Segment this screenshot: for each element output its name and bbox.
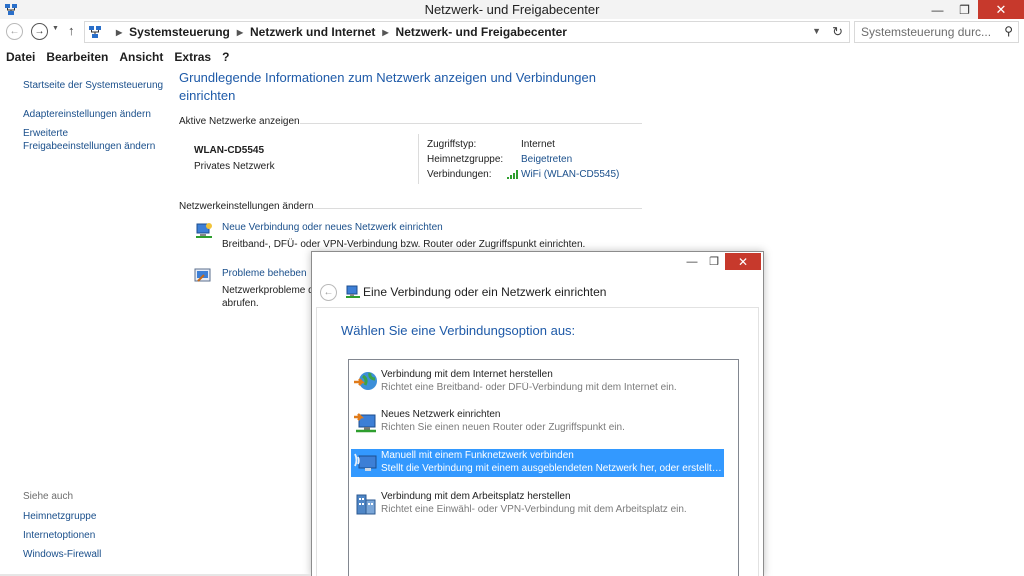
new-connection-link[interactable]: Neue Verbindung oder neues Netzwerk einr… [222,222,443,233]
network-name: WLAN-CD5545 [194,145,265,156]
see-also-title: Siehe auch [23,491,74,502]
access-type-label: Zugriffstyp: [427,139,477,150]
network-setup-icon [345,284,361,303]
up-button[interactable]: ↑ [68,23,75,38]
left-pane: Startseite der Systemsteuerung Adapterei… [0,67,170,576]
option-title: Verbindung mit dem Arbeitsplatz herstell… [381,491,571,502]
option-description: Richtet eine Breitband- oder DFÜ-Verbind… [381,382,677,393]
see-also-internet-options-link[interactable]: Internetoptionen [23,529,95,542]
arrow-left-icon: ← [323,287,334,298]
sidebar-home-link[interactable]: Startseite der Systemsteuerung [23,79,163,92]
see-also-firewall-link[interactable]: Windows-Firewall [23,548,101,561]
dialog-minimize-button[interactable]: — [681,253,703,270]
breadcrumb-systemsteuerung[interactable]: Systemsteuerung [129,25,230,39]
back-button[interactable]: ← [6,23,23,40]
chevron-right-icon[interactable]: ▶ [382,28,388,37]
troubleshoot-description: Netzwerkprobleme d [222,285,314,296]
sidebar-sharing-settings-link[interactable]: Erweiterte Freigabeeinstellungen ändern [23,127,158,153]
section-divider [300,123,642,124]
option-manual-wireless[interactable]: Manuell mit einem Funknetzwerk verbinden… [351,449,724,477]
address-row: ← → ▼ ↑ ▶ Systemsteuerung ▶ Netzwerk und… [0,19,1024,46]
dialog-maximize-button[interactable]: ❐ [703,253,725,270]
option-title: Manuell mit einem Funknetzwerk verbinden [381,450,574,461]
menu-extras[interactable]: Extras [168,48,216,67]
setup-connection-dialog: — ❐ ✕ ← Eine Verbindung oder ein Netzwer… [311,251,764,576]
sidebar-adapter-settings-link[interactable]: Adaptereinstellungen ändern [23,108,151,121]
option-description: Richten Sie einen neuen Router oder Zugr… [381,422,625,433]
history-dropdown-icon[interactable]: ▼ [52,25,59,32]
troubleshoot-description-line2: abrufen. [222,298,259,309]
troubleshoot-icon [194,267,212,288]
breadcrumb-netzwerk-und-freigabecenter[interactable]: Netzwerk- und Freigabecenter [396,25,567,39]
breadcrumb-netzwerk-und-internet[interactable]: Netzwerk und Internet [250,25,375,39]
search-placeholder: Systemsteuerung durc... [861,25,992,39]
menu-ansicht[interactable]: Ansicht [113,48,168,67]
close-button[interactable]: ✕ [978,0,1024,19]
forward-button[interactable]: → [31,23,48,40]
option-workplace-connection[interactable]: Verbindung mit dem Arbeitsplatz herstell… [351,490,724,518]
new-connection-description: Breitband-, DFÜ- oder VPN-Verbindung bzw… [222,239,586,250]
connection-link[interactable]: WiFi (WLAN-CD5545) [521,169,619,180]
refresh-icon[interactable]: ↻ [832,24,843,40]
change-settings-header: Netzwerkeinstellungen ändern [179,201,314,212]
menu-bar: Datei Bearbeiten Ansicht Extras ? [0,48,234,67]
connection-options-list[interactable]: Verbindung mit dem Internet herstellen R… [348,359,739,576]
network-center-icon [88,25,102,42]
access-type-value: Internet [521,139,555,150]
active-networks-header: Aktive Netzwerke anzeigen [179,116,300,127]
maximize-button[interactable]: ❐ [951,0,978,19]
option-description: Stellt die Verbindung mit einem ausgeble… [381,463,723,474]
minimize-button[interactable]: — [924,0,951,19]
wireless-network-icon [353,451,379,478]
new-connection-icon [194,221,214,244]
workplace-icon [353,492,379,519]
connections-label: Verbindungen: [427,169,492,180]
new-network-icon [353,410,379,437]
chevron-right-icon[interactable]: ▶ [237,28,243,37]
vertical-divider [418,134,419,184]
section-divider [310,208,642,209]
troubleshoot-link[interactable]: Probleme beheben [222,268,307,279]
arrow-left-icon: ← [9,26,20,37]
homegroup-label: Heimnetzgruppe: [427,154,504,165]
menu-datei[interactable]: Datei [0,48,40,67]
network-type: Privates Netzwerk [194,161,275,172]
option-internet-connection[interactable]: Verbindung mit dem Internet herstellen R… [351,368,724,396]
option-description: Richtet eine Einwähl- oder VPN-Verbindun… [381,504,687,515]
dialog-back-button[interactable]: ← [320,284,337,301]
dialog-title: Eine Verbindung oder ein Netzwerk einric… [363,285,607,299]
globe-icon [353,370,379,397]
homegroup-link[interactable]: Beigetreten [521,154,572,165]
option-title: Neues Netzwerk einrichten [381,409,501,420]
search-input[interactable]: Systemsteuerung durc... ⚲ [854,21,1019,43]
wifi-signal-icon [507,170,519,182]
chevron-right-icon: ▶ [116,27,123,37]
option-new-network[interactable]: Neues Netzwerk einrichten Richten Sie ei… [351,408,724,436]
breadcrumb: ▶ Systemsteuerung ▶ Netzwerk und Interne… [109,25,567,39]
search-icon[interactable]: ⚲ [1004,24,1013,38]
address-bar[interactable]: ▶ Systemsteuerung ▶ Netzwerk und Interne… [84,21,850,43]
window-title: Netzwerk- und Freigabecenter [424,2,600,17]
menu-help[interactable]: ? [216,48,234,67]
arrow-right-icon: → [34,26,45,37]
dialog-heading: Wählen Sie eine Verbindungsoption aus: [341,323,576,338]
address-dropdown-icon[interactable]: ▼ [812,26,821,36]
menu-bearbeiten[interactable]: Bearbeiten [40,48,113,67]
title-bar: Netzwerk- und Freigabecenter — ❐ ✕ [0,0,1024,19]
see-also-homegroup-link[interactable]: Heimnetzgruppe [23,510,96,523]
dialog-close-button[interactable]: ✕ [725,253,761,270]
page-title: Grundlegende Informationen zum Netzwerk … [179,70,596,103]
option-title: Verbindung mit dem Internet herstellen [381,369,553,380]
